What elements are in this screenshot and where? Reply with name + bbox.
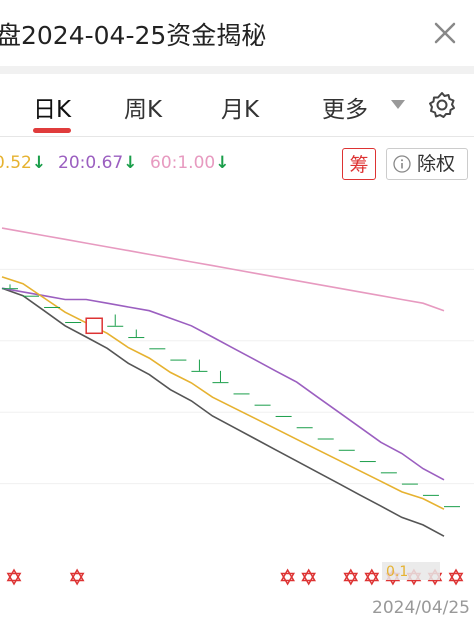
series-line-1	[1, 287, 445, 481]
tab-more[interactable]: 更多	[322, 90, 368, 124]
candle	[212, 382, 229, 384]
ma5-value: 0.52↓	[0, 153, 47, 173]
candle	[359, 461, 376, 463]
candle	[275, 415, 292, 417]
ma20-value: 20:0.67↓	[58, 153, 138, 173]
candle	[44, 306, 61, 308]
x-axis-date: 2024/04/25	[372, 598, 470, 618]
candle	[2, 288, 18, 290]
candle	[23, 295, 40, 297]
ma60-value: 60:1.00↓	[150, 153, 230, 173]
close-icon[interactable]	[430, 18, 460, 48]
ex-rights-label: 除权	[417, 153, 456, 175]
header-separator	[0, 66, 474, 74]
chevron-down-icon[interactable]	[391, 100, 405, 110]
ex-rights-button[interactable]: 除权	[386, 148, 468, 180]
chip-distribution-button[interactable]: 筹	[342, 148, 376, 180]
candle	[191, 370, 208, 372]
candle	[401, 483, 418, 485]
gear-icon[interactable]	[428, 91, 456, 119]
candle	[317, 438, 334, 440]
candle	[65, 322, 82, 324]
series-line-ma5	[1, 276, 445, 510]
kline-chart[interactable]: 0.1	[0, 190, 474, 590]
candle	[338, 449, 355, 451]
candle	[107, 325, 124, 327]
title-bar: 盘2024-04-25资金揭秘	[0, 0, 474, 66]
tab-weekly[interactable]: 周K	[124, 90, 162, 124]
candle	[85, 317, 103, 335]
info-icon	[393, 155, 411, 173]
tab-daily[interactable]: 日K	[33, 90, 71, 124]
candle	[170, 359, 187, 361]
tab-divider	[0, 136, 474, 137]
candle	[296, 427, 313, 429]
active-tab-indicator	[33, 128, 71, 133]
candle	[444, 506, 460, 508]
candle	[149, 348, 166, 350]
tab-monthly[interactable]: 月K	[221, 90, 259, 124]
candle	[380, 472, 397, 474]
page-title: 盘2024-04-25资金揭秘	[0, 21, 267, 50]
price-marker-label: 0.1	[386, 564, 408, 580]
candle	[422, 494, 439, 496]
candle	[233, 393, 250, 395]
candle	[128, 337, 145, 339]
candle	[254, 404, 271, 406]
